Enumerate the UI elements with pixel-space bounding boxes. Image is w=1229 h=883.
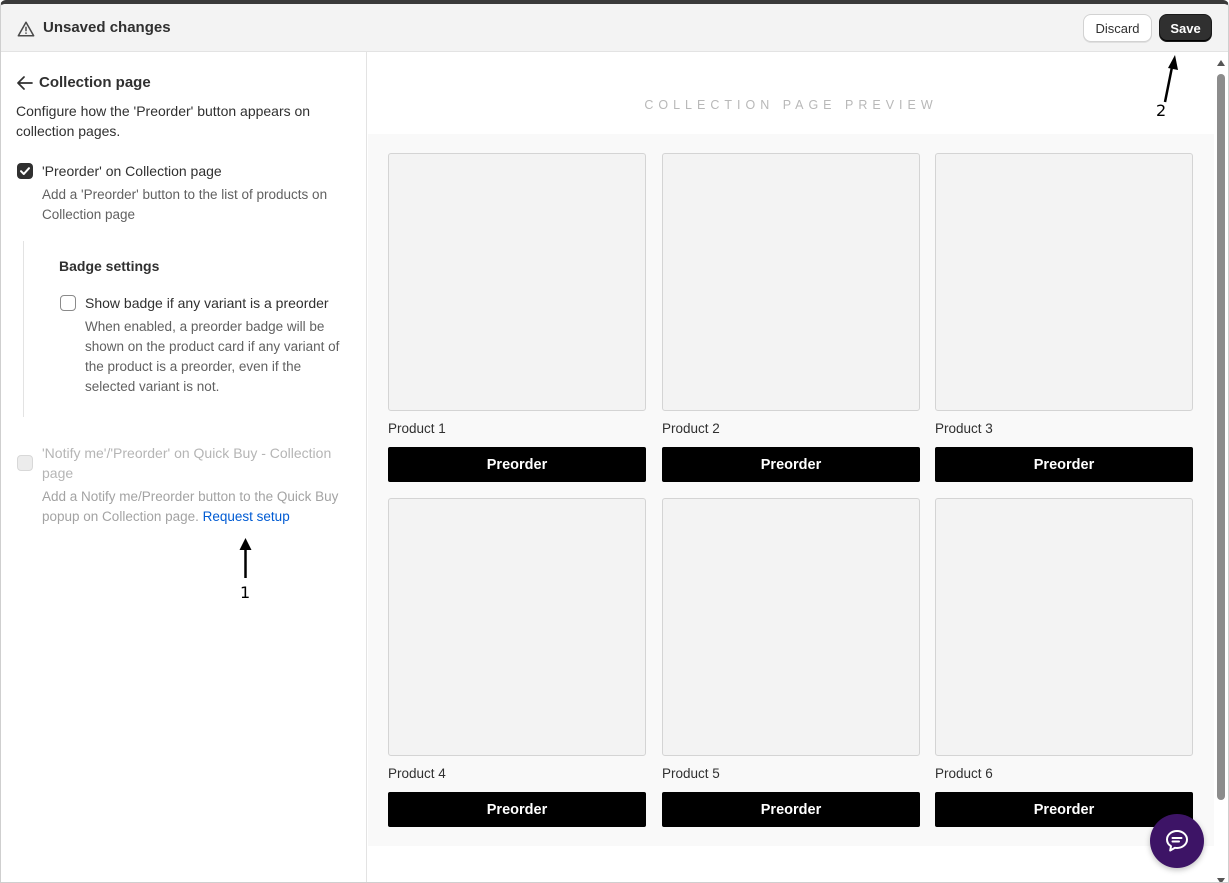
product-card: Product 2 Preorder xyxy=(662,153,920,482)
chat-icon xyxy=(1166,830,1188,852)
discard-button[interactable]: Discard xyxy=(1083,14,1152,42)
annotation-label-1: 1 xyxy=(240,583,251,602)
request-setup-link[interactable]: Request setup xyxy=(203,509,290,524)
show-badge-checkbox[interactable] xyxy=(60,295,76,311)
collection-preview: COLLECTION PAGE PREVIEW Product 1 Preord… xyxy=(368,52,1214,882)
app-window: Unsaved changes Discard Save Collection … xyxy=(0,0,1229,883)
scroll-up-arrow-icon[interactable] xyxy=(1217,60,1225,66)
product-card: Product 1 Preorder xyxy=(388,153,646,482)
warning-icon xyxy=(17,21,35,37)
save-button[interactable]: Save xyxy=(1159,14,1212,42)
show-badge-label[interactable]: Show badge if any variant is a preorder xyxy=(85,293,355,313)
preorder-collection-checkbox[interactable] xyxy=(17,163,33,179)
product-image-placeholder xyxy=(388,153,646,411)
annotation-arrow-1 xyxy=(239,538,252,578)
nested-divider xyxy=(23,241,24,417)
settings-panel: Collection page Configure how the 'Preor… xyxy=(1,52,367,882)
product-name: Product 6 xyxy=(935,766,993,781)
product-name: Product 1 xyxy=(388,421,446,436)
show-badge-help: When enabled, a preorder badge will be s… xyxy=(85,319,340,394)
product-name: Product 3 xyxy=(935,421,993,436)
scroll-down-arrow-icon[interactable] xyxy=(1217,878,1225,882)
preorder-button[interactable]: Preorder xyxy=(662,792,920,827)
product-card: Product 4 Preorder xyxy=(388,498,646,827)
contextual-save-bar: Unsaved changes Discard Save xyxy=(1,4,1228,52)
preorder-collection-label[interactable]: 'Preorder' on Collection page xyxy=(42,161,342,181)
page-description: Configure how the 'Preorder' button appe… xyxy=(16,103,311,139)
badge-settings-title: Badge settings xyxy=(59,258,160,274)
product-card: Product 3 Preorder xyxy=(935,153,1193,482)
preorder-button[interactable]: Preorder xyxy=(388,792,646,827)
product-card: Product 6 Preorder xyxy=(935,498,1193,827)
back-link[interactable]: Collection page xyxy=(17,74,151,91)
quickbuy-checkbox[interactable] xyxy=(17,455,33,471)
annotation-label-2: 2 xyxy=(1156,101,1167,120)
quickbuy-help-text: Add a Notify me/Preorder button to the Q… xyxy=(42,489,339,524)
preview-title: COLLECTION PAGE PREVIEW xyxy=(644,98,938,112)
product-image-placeholder xyxy=(662,498,920,756)
product-image-placeholder xyxy=(935,153,1193,411)
preorder-button[interactable]: Preorder xyxy=(662,447,920,482)
product-card: Product 5 Preorder xyxy=(662,498,920,827)
scroll-thumb[interactable] xyxy=(1217,74,1225,800)
quickbuy-label: 'Notify me'/'Preorder' on Quick Buy - Co… xyxy=(42,445,332,481)
quickbuy-help: Add a Notify me/Preorder button to the Q… xyxy=(42,487,357,527)
product-name: Product 5 xyxy=(662,766,720,781)
preview-scrollbar[interactable] xyxy=(1214,56,1228,882)
product-image-placeholder xyxy=(935,498,1193,756)
arrow-left-icon xyxy=(17,75,33,90)
product-image-placeholder xyxy=(388,498,646,756)
checkmark-icon xyxy=(20,167,30,175)
unsaved-changes-title: Unsaved changes xyxy=(43,19,171,36)
preorder-collection-help: Add a 'Preorder' button to the list of p… xyxy=(42,187,328,222)
page-title: Collection page xyxy=(39,74,151,91)
product-name: Product 2 xyxy=(662,421,720,436)
chat-button[interactable] xyxy=(1150,814,1204,868)
preorder-button[interactable]: Preorder xyxy=(388,447,646,482)
product-name: Product 4 xyxy=(388,766,446,781)
product-image-placeholder xyxy=(662,153,920,411)
annotation-arrow-2 xyxy=(1163,55,1178,103)
preorder-button[interactable]: Preorder xyxy=(935,792,1193,827)
preorder-button[interactable]: Preorder xyxy=(935,447,1193,482)
